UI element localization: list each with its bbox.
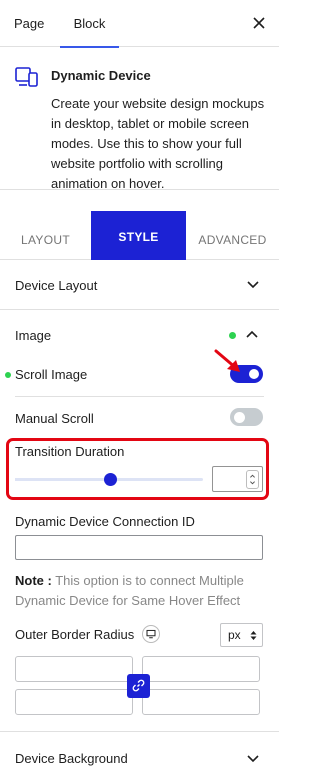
toggle-knob	[249, 369, 259, 379]
chevron-up-icon[interactable]	[246, 330, 258, 338]
section-device-background[interactable]: Device Background	[0, 731, 279, 782]
desktop-icon[interactable]	[142, 625, 160, 643]
radius-bottom-right-input[interactable]	[142, 689, 260, 715]
unit-value: px	[228, 628, 241, 642]
manual-scroll-label: Manual Scroll	[15, 411, 94, 426]
tab-page[interactable]: Page	[14, 0, 44, 47]
slider-fill	[15, 478, 111, 481]
status-dot	[229, 332, 236, 339]
chevron-down-icon	[247, 281, 259, 289]
note-text: Note : This option is to connect Multipl…	[15, 571, 267, 611]
block-title: Dynamic Device	[51, 68, 151, 83]
radius-top-right-input[interactable]	[142, 656, 260, 682]
section-label: Image	[15, 328, 52, 343]
status-dot	[5, 372, 11, 378]
outer-border-radius-label: Outer Border Radius	[15, 627, 135, 642]
toggle-knob	[234, 412, 245, 423]
radius-bottom-left-input[interactable]	[15, 689, 133, 715]
transition-duration-label: Transition Duration	[15, 444, 125, 459]
manual-scroll-toggle[interactable]	[230, 408, 263, 426]
tab-block[interactable]: Block	[60, 0, 119, 48]
section-label: Device Layout	[15, 278, 98, 293]
connection-id-label: Dynamic Device Connection ID	[15, 514, 195, 529]
tab-layout[interactable]: LAYOUT	[0, 213, 91, 260]
divider	[15, 396, 264, 397]
section-label: Device Background	[15, 751, 128, 766]
unit-select[interactable]: px	[220, 623, 263, 647]
tab-style[interactable]: STYLE	[91, 211, 186, 260]
note-prefix: Note :	[15, 573, 52, 588]
style-tabs: LAYOUT STYLE ADVANCED	[0, 211, 279, 260]
connection-id-input[interactable]	[15, 535, 263, 560]
sidebar-header: Page Block	[0, 0, 279, 48]
section-device-layout[interactable]: Device Layout	[0, 262, 279, 310]
link-icon	[132, 679, 145, 692]
chevron-down-icon	[247, 755, 259, 763]
updown-icon	[250, 631, 257, 640]
link-values-button[interactable]	[127, 674, 150, 698]
device-icon	[15, 67, 38, 87]
tab-advanced[interactable]: ADVANCED	[186, 213, 279, 260]
close-icon[interactable]	[250, 14, 268, 32]
stepper-icon[interactable]	[246, 470, 259, 489]
block-description: Create your website design mockups in de…	[51, 96, 265, 191]
radius-top-left-input[interactable]	[15, 656, 133, 682]
arrow-icon	[214, 349, 240, 372]
scroll-image-label: Scroll Image	[15, 367, 88, 382]
